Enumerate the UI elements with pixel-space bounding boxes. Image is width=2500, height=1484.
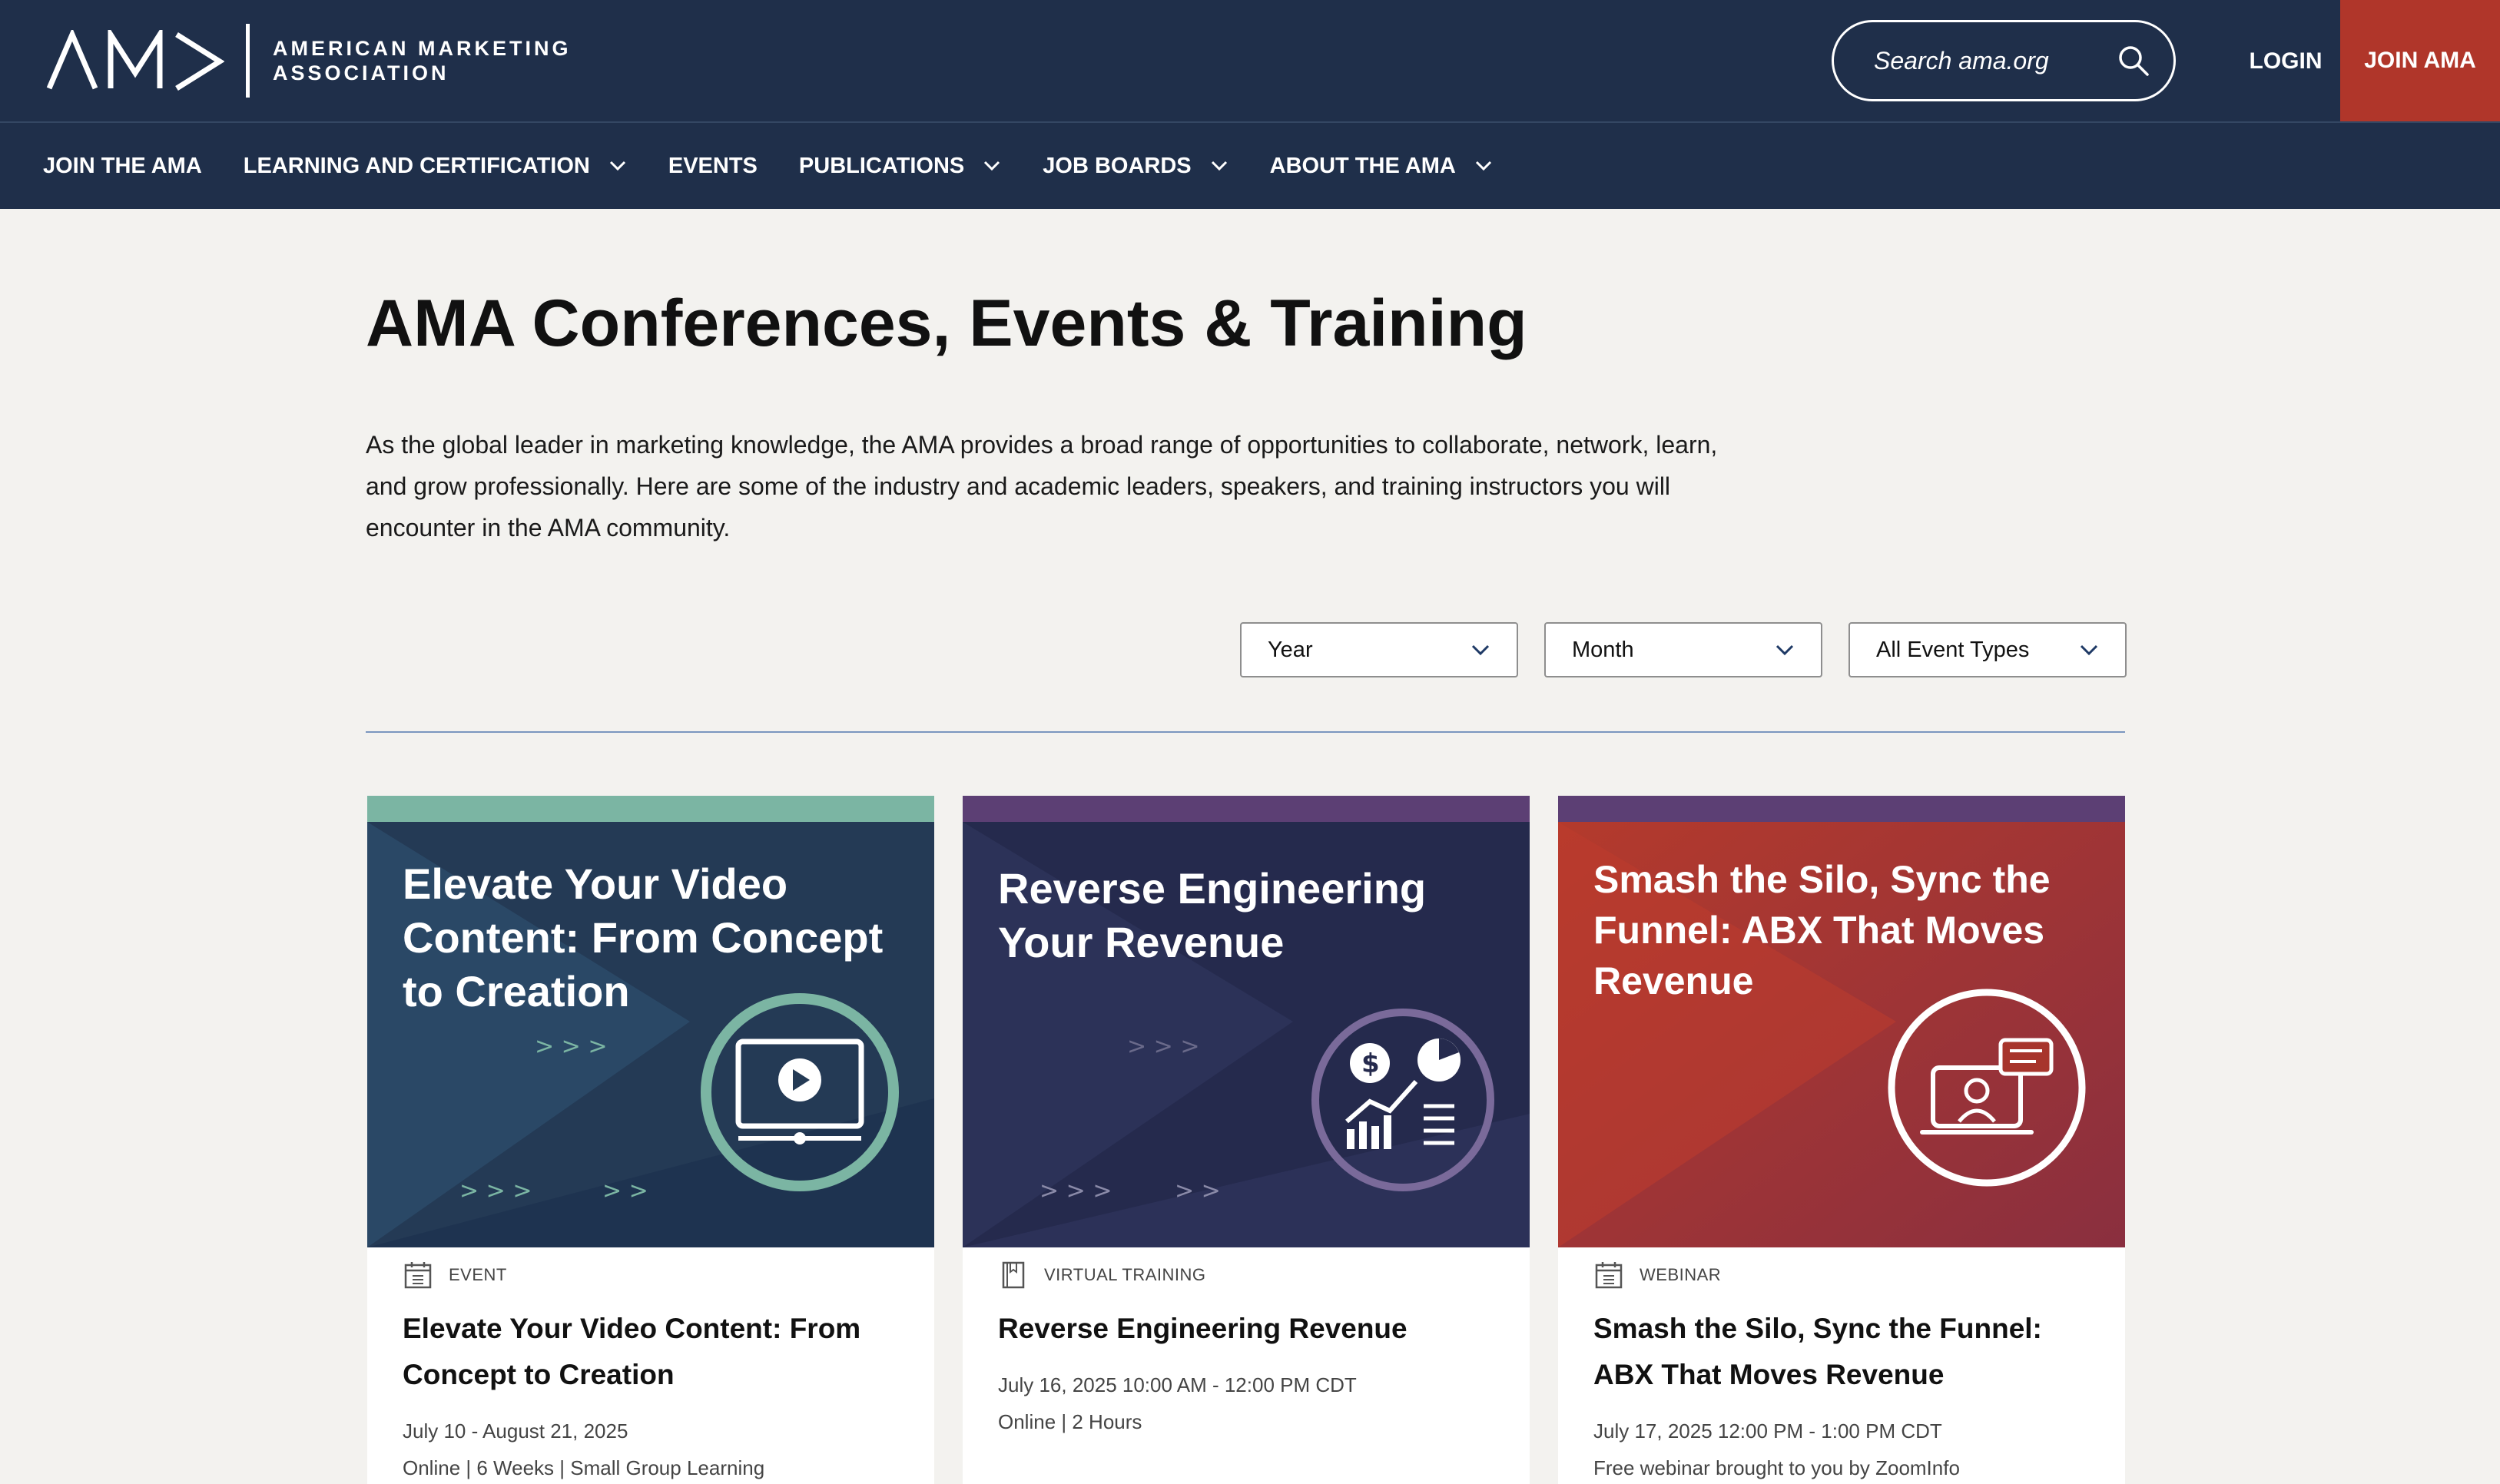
card-art-title: Smash the Silo, Sync the Funnel: ABX Tha… bbox=[1593, 858, 2051, 1002]
card-details: Online | 2 Hours bbox=[998, 1410, 1142, 1433]
card-date: July 17, 2025 12:00 PM - 1:00 PM CDT bbox=[1593, 1419, 1942, 1443]
card-title[interactable]: Elevate Your Video Content: From Concept… bbox=[403, 1306, 910, 1398]
card-accent-strip bbox=[963, 796, 1530, 822]
event-card[interactable]: Smash the Silo, Sync the Funnel: ABX Tha… bbox=[1558, 796, 2125, 1484]
card-art-title: Elevate Your Video Content: From Concept… bbox=[403, 860, 884, 1015]
card-type-label: EVENT bbox=[449, 1265, 507, 1284]
card-image[interactable]: Smash the Silo, Sync the Funnel: ABX Tha… bbox=[1558, 822, 2125, 1247]
main-nav: JOIN THE AMA LEARNING AND CERTIFICATION … bbox=[0, 123, 2500, 209]
chevron-down-icon[interactable] bbox=[983, 160, 1001, 172]
svg-text:> > >: > > > bbox=[459, 1178, 532, 1204]
logo-text-line2: ASSOCIATION bbox=[273, 61, 449, 84]
card-date: July 16, 2025 10:00 AM - 12:00 PM CDT bbox=[998, 1373, 1357, 1396]
nav-label: JOIN THE AMA bbox=[43, 153, 202, 178]
svg-text:> >: > > bbox=[602, 1178, 648, 1204]
nav-label: EVENTS bbox=[668, 153, 758, 178]
card-art-title: Reverse Engineering Your Revenue bbox=[998, 864, 1427, 966]
ama-logo[interactable]: AMERICAN MARKETING ASSOCIATION bbox=[46, 23, 572, 98]
divider bbox=[366, 731, 2125, 733]
svg-text:> > >: > > > bbox=[1127, 1033, 1199, 1060]
calendar-icon bbox=[1595, 1262, 1623, 1289]
chevron-down-icon[interactable] bbox=[1474, 160, 1493, 172]
chevron-down-icon bbox=[2080, 644, 2098, 656]
ama-logo-mark-icon bbox=[46, 30, 224, 91]
join-ama-button[interactable]: JOIN AMA bbox=[2340, 0, 2500, 121]
svg-text:> >: > > bbox=[1175, 1178, 1221, 1204]
search-icon[interactable] bbox=[2117, 44, 2150, 78]
svg-text:$: $ bbox=[1361, 1048, 1380, 1079]
logo-text-line1: AMERICAN MARKETING bbox=[273, 37, 572, 60]
card-type: WEBINAR bbox=[1593, 1260, 1721, 1290]
chevron-down-icon bbox=[1776, 644, 1794, 656]
event-card[interactable]: > > > > > > > > $ Reverse Engineering Yo… bbox=[963, 796, 1530, 1484]
card-type: VIRTUAL TRAINING bbox=[998, 1260, 1206, 1290]
chevron-down-icon bbox=[1471, 644, 1490, 656]
card-type-label: VIRTUAL TRAINING bbox=[1044, 1265, 1206, 1284]
calendar-icon bbox=[404, 1262, 432, 1289]
event-type-select-value: All Event Types bbox=[1876, 637, 2030, 662]
nav-item-job-boards[interactable]: JOB BOARDS bbox=[1043, 154, 1228, 179]
nav-label: LEARNING AND CERTIFICATION bbox=[243, 153, 590, 178]
logo-divider bbox=[246, 24, 250, 98]
svg-text:> > >: > > > bbox=[1039, 1178, 1112, 1204]
top-header: AMERICAN MARKETING ASSOCIATION Search am… bbox=[0, 0, 2500, 123]
chevron-down-icon[interactable] bbox=[608, 160, 627, 172]
nav-item-about-the-ama[interactable]: ABOUT THE AMA bbox=[1270, 154, 1493, 179]
login-link[interactable]: LOGIN bbox=[2228, 0, 2343, 123]
svg-text:> > >: > > > bbox=[535, 1033, 607, 1060]
event-card[interactable]: > > > > > > > > Elevate Your Video Conte… bbox=[367, 796, 934, 1484]
card-details: Free webinar brought to you by ZoomInfo bbox=[1593, 1456, 1960, 1479]
nav-item-publications[interactable]: PUBLICATIONS bbox=[799, 154, 1001, 179]
nav-label: ABOUT THE AMA bbox=[1269, 153, 1456, 178]
card-accent-strip bbox=[1558, 796, 2125, 822]
event-type-select[interactable]: All Event Types bbox=[1848, 622, 2127, 677]
search-placeholder: Search ama.org bbox=[1874, 46, 2049, 75]
search-input[interactable]: Search ama.org bbox=[1832, 20, 2176, 101]
card-accent-strip bbox=[367, 796, 934, 822]
month-select[interactable]: Month bbox=[1544, 622, 1822, 677]
nav-item-join-the-ama[interactable]: JOIN THE AMA bbox=[43, 154, 202, 179]
card-title[interactable]: Reverse Engineering Revenue bbox=[998, 1306, 1505, 1352]
logo-wordmark: AMERICAN MARKETING ASSOCIATION bbox=[273, 36, 572, 85]
nav-item-learning-and-certification[interactable]: LEARNING AND CERTIFICATION bbox=[244, 154, 627, 179]
nav-label: JOB BOARDS bbox=[1043, 153, 1192, 178]
card-title[interactable]: Smash the Silo, Sync the Funnel: ABX Tha… bbox=[1593, 1306, 2100, 1398]
month-select-value: Month bbox=[1572, 637, 1634, 662]
page-title: AMA Conferences, Events & Training bbox=[366, 287, 1527, 360]
card-image[interactable]: > > > > > > > > Elevate Your Video Conte… bbox=[367, 822, 934, 1247]
card-type: EVENT bbox=[403, 1260, 507, 1290]
year-select[interactable]: Year bbox=[1240, 622, 1518, 677]
card-image[interactable]: > > > > > > > > $ Reverse Engineering Yo… bbox=[963, 822, 1530, 1247]
page-intro: As the global leader in marketing knowle… bbox=[366, 431, 1718, 542]
card-details: Online | 6 Weeks | Small Group Learning bbox=[403, 1456, 765, 1479]
card-type-label: WEBINAR bbox=[1640, 1265, 1722, 1284]
nav-label: PUBLICATIONS bbox=[798, 153, 965, 178]
nav-item-events[interactable]: EVENTS bbox=[668, 154, 758, 179]
book-icon bbox=[1002, 1261, 1025, 1289]
chevron-down-icon[interactable] bbox=[1210, 160, 1228, 172]
card-date: July 10 - August 21, 2025 bbox=[403, 1419, 628, 1443]
year-select-value: Year bbox=[1268, 637, 1313, 662]
